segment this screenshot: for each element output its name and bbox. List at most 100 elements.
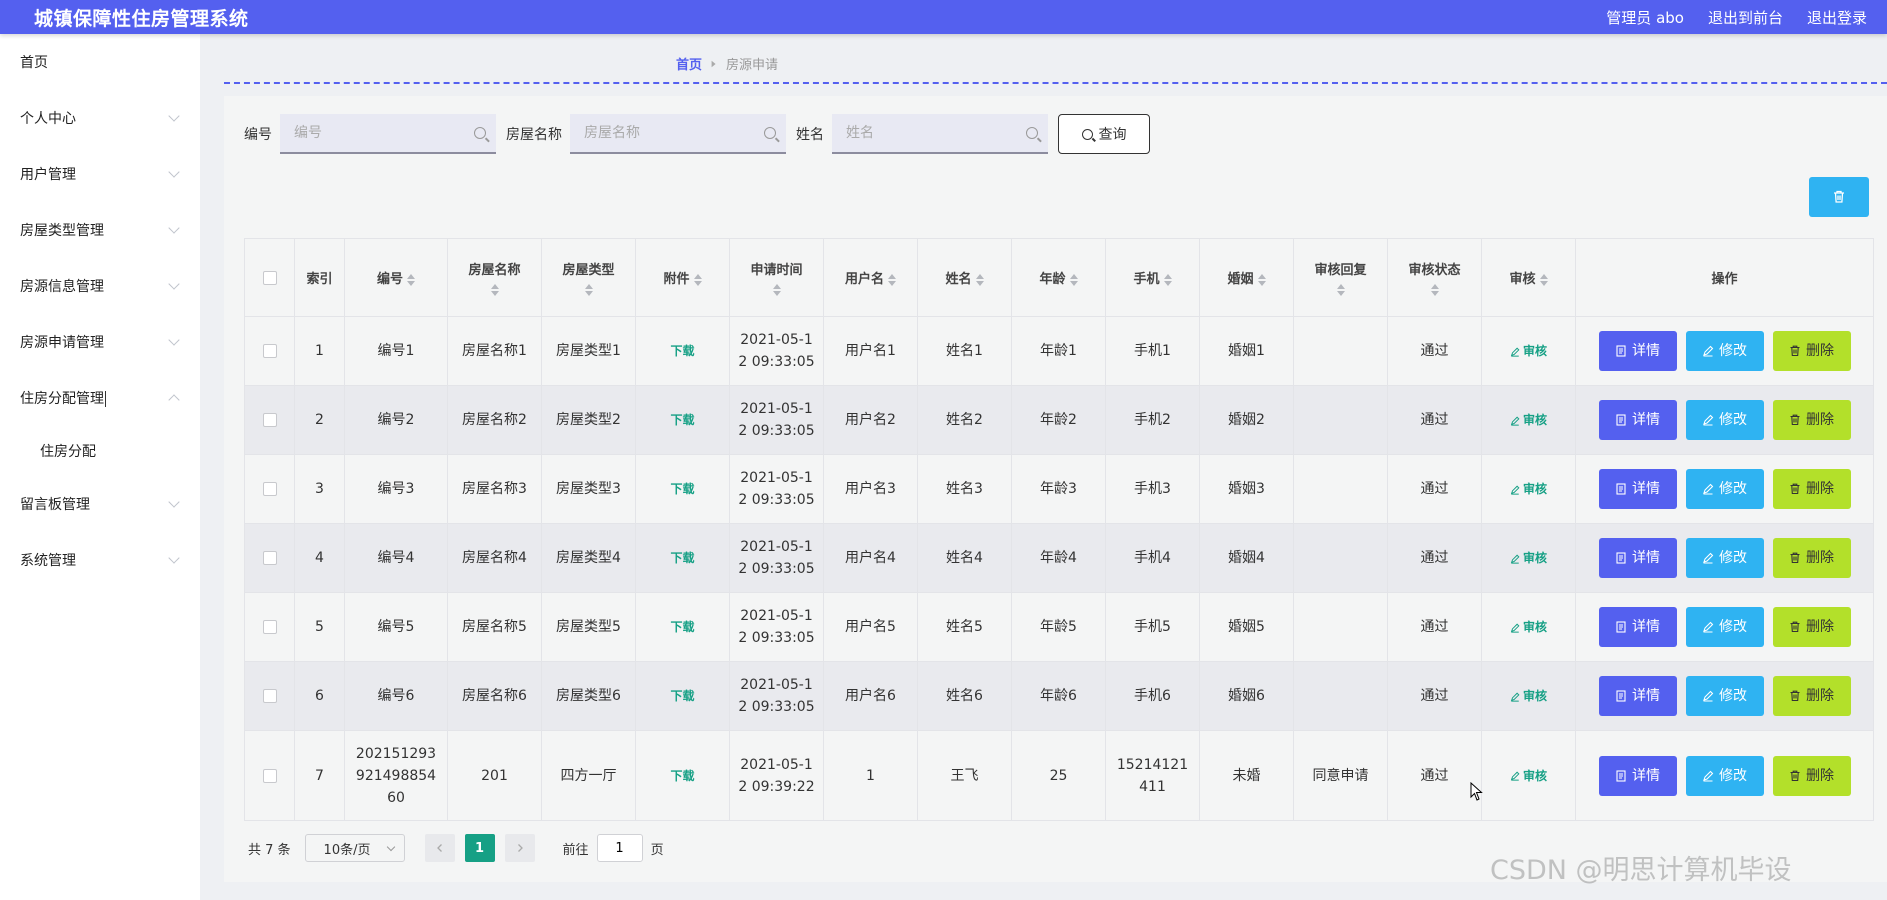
delete-button[interactable]: 删除 [1772,469,1851,509]
header-house-type[interactable]: 房屋类型 [541,238,636,317]
to-front-link[interactable]: 退出到前台 [1708,7,1783,28]
header-label: 婚姻 [1227,272,1254,287]
header-marriage[interactable]: 婚姻 [1199,238,1294,317]
download-link[interactable]: 下载 [670,769,694,783]
row-checkbox[interactable] [262,768,277,783]
row-checkbox[interactable] [262,482,277,496]
edit-button-label: 修改 [1719,550,1747,566]
sidebar-item-user-management[interactable]: 用户管理 [0,146,200,202]
sidebar-item-home[interactable]: 首页 [0,34,200,90]
sidebar-item-message-board-management[interactable]: 留言板管理 [0,476,200,532]
sort-icon [584,284,593,296]
text-caret [105,391,106,407]
edit-button[interactable]: 修改 [1685,331,1764,371]
download-link[interactable]: 下载 [670,344,694,358]
audit-link[interactable]: 审核 [1510,620,1547,634]
cell-operations: 详情 修改 删除 [1575,523,1874,593]
detail-button[interactable]: 详情 [1598,755,1677,796]
audit-link[interactable]: 审核 [1510,689,1547,703]
delete-button[interactable]: 删除 [1772,676,1851,716]
delete-button[interactable]: 删除 [1772,755,1851,796]
search-icon [474,127,486,139]
audit-link[interactable]: 审核 [1510,769,1547,783]
sidebar-item-house-application-management[interactable]: 房源申请管理 [0,314,200,370]
cell-audit-status: 通过 [1387,592,1482,662]
sidebar-item-system-management[interactable]: 系统管理 [0,532,200,588]
header-audit-status[interactable]: 审核状态 [1387,238,1482,317]
header-audit-reply[interactable]: 审核回复 [1293,238,1388,317]
delete-button[interactable]: 删除 [1772,607,1851,647]
audit-link[interactable]: 审核 [1510,482,1547,496]
delete-button[interactable]: 删除 [1772,538,1851,578]
batch-delete-button[interactable] [1809,177,1869,217]
header-phone[interactable]: 手机 [1105,238,1200,317]
download-link[interactable]: 下载 [670,620,694,634]
header-audit[interactable]: 审核 [1481,238,1576,317]
edit-icon [1510,692,1520,702]
chevron-down-icon [168,552,180,564]
header-bianhao[interactable]: 编号 [344,238,448,317]
detail-button[interactable]: 详情 [1598,676,1677,716]
cell-apply-time: 2021-05-1 2 09:33:05 [729,385,824,455]
goto-page-input[interactable] [596,834,643,862]
cell-phone-line: 411 [1139,778,1166,795]
cell-phone: 手机2 [1105,385,1200,455]
delete-button-label: 删除 [1806,481,1834,497]
query-button[interactable]: 查询 [1058,114,1150,154]
logout-link[interactable]: 退出登录 [1807,7,1867,28]
header-username[interactable]: 用户名 [823,238,918,317]
page-button-current[interactable]: 1 [464,834,495,862]
header-name[interactable]: 姓名 [917,238,1012,317]
prev-page-button[interactable] [424,834,455,862]
delete-button-label: 删除 [1806,619,1834,635]
detail-button[interactable]: 详情 [1598,400,1677,440]
name-input[interactable] [832,114,1048,152]
next-page-button[interactable] [504,834,535,862]
edit-button[interactable]: 修改 [1685,607,1764,647]
edit-button[interactable]: 修改 [1685,755,1764,796]
edit-icon [1703,552,1714,564]
page-size-select[interactable]: 10条/页 [304,834,405,862]
sidebar-item-house-info-management[interactable]: 房源信息管理 [0,258,200,314]
delete-button[interactable]: 删除 [1772,331,1851,371]
sidebar-item-personal-center[interactable]: 个人中心 [0,90,200,146]
audit-link[interactable]: 审核 [1510,413,1547,427]
header-operations: 操作 [1575,238,1874,317]
breadcrumb-home[interactable]: 首页 [676,54,702,73]
header-attachment[interactable]: 附件 [635,238,730,317]
download-link[interactable]: 下载 [670,551,694,565]
row-checkbox[interactable] [262,689,277,703]
sidebar-item-house-type-management[interactable]: 房屋类型管理 [0,202,200,258]
header-index: 索引 [294,238,345,317]
select-all-checkbox[interactable] [262,270,277,285]
trash-icon [1790,621,1800,633]
header-apply-time[interactable]: 申请时间 [729,238,824,317]
detail-button[interactable]: 详情 [1598,469,1677,509]
audit-link-label: 审核 [1522,620,1547,634]
download-link[interactable]: 下载 [670,689,694,703]
bianhao-input[interactable] [280,114,496,152]
cell-time-line: 2021-05-1 [740,470,813,486]
row-checkbox[interactable] [262,344,277,358]
house-name-input[interactable] [570,114,786,152]
detail-button[interactable]: 详情 [1598,331,1677,371]
download-link[interactable]: 下载 [670,482,694,496]
row-checkbox[interactable] [262,413,277,427]
edit-button[interactable]: 修改 [1685,400,1764,440]
row-checkbox[interactable] [262,551,277,565]
detail-button[interactable]: 详情 [1598,607,1677,647]
delete-button[interactable]: 删除 [1772,400,1851,440]
edit-button[interactable]: 修改 [1685,469,1764,509]
header-age[interactable]: 年龄 [1011,238,1106,317]
download-link[interactable]: 下载 [670,413,694,427]
sidebar-item-housing-allocation-management[interactable]: 住房分配管理 [0,370,200,426]
audit-link[interactable]: 审核 [1510,551,1547,565]
sidebar-subitem-housing-allocation[interactable]: 住房分配 [0,426,200,476]
edit-button[interactable]: 修改 [1685,676,1764,716]
edit-button[interactable]: 修改 [1685,538,1764,578]
row-checkbox[interactable] [262,620,277,634]
header-house-name[interactable]: 房屋名称 [447,238,542,317]
detail-button[interactable]: 详情 [1598,538,1677,578]
audit-link[interactable]: 审核 [1510,344,1547,358]
cell-index: 1 [294,316,345,386]
